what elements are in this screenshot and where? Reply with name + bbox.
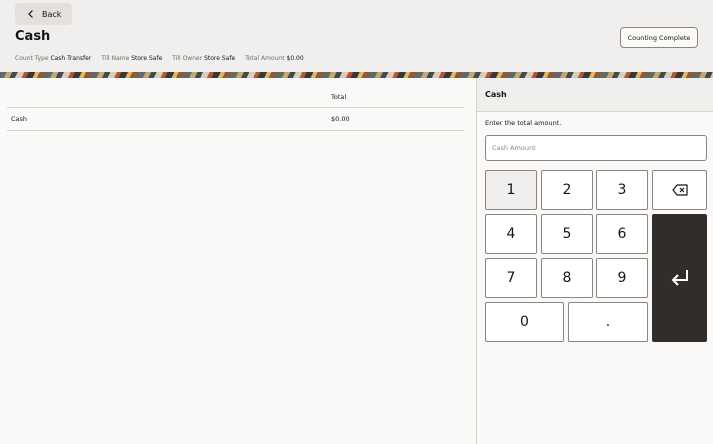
panel-title-bar: Cash (477, 78, 713, 112)
row-name: Cash (11, 115, 28, 123)
row-total: $0.00 (331, 115, 350, 123)
chevron-left-icon (28, 10, 33, 18)
key-2[interactable]: 2 (541, 170, 593, 210)
key-decimal[interactable]: . (568, 302, 648, 342)
table-row[interactable]: Cash $0.00 (7, 108, 464, 131)
meta-count-type: Count Type Cash Transfer (15, 55, 92, 62)
meta-till-name: Till Name Store Safe (101, 55, 163, 62)
key-5[interactable]: 5 (541, 214, 593, 254)
backspace-icon (671, 184, 688, 196)
key-4[interactable]: 4 (485, 214, 537, 254)
backspace-key[interactable] (652, 170, 707, 210)
back-button-label: Back (42, 9, 62, 19)
key-1[interactable]: 1 (485, 170, 537, 210)
table-header: Total (7, 86, 464, 108)
page-header: Back Cash Count Type Cash Transfer Till … (0, 0, 713, 72)
page-title: Cash (15, 29, 51, 44)
key-0[interactable]: 0 (485, 302, 564, 342)
enter-icon (671, 270, 688, 286)
panel-title: Cash (485, 90, 507, 99)
counting-complete-button[interactable]: Counting Complete (620, 27, 698, 48)
count-meta: Count Type Cash Transfer Till Name Store… (15, 55, 312, 62)
entry-panel: Cash Enter the total amount. 1 2 3 4 5 6… (476, 78, 713, 444)
column-header-total: Total (331, 93, 347, 101)
key-3[interactable]: 3 (596, 170, 648, 210)
key-9[interactable]: 9 (596, 258, 648, 298)
key-8[interactable]: 8 (541, 258, 593, 298)
back-button[interactable]: Back (15, 3, 72, 25)
cash-amount-input[interactable] (485, 135, 707, 161)
key-7[interactable]: 7 (485, 258, 537, 298)
instruction-text: Enter the total amount. (485, 119, 562, 127)
enter-key[interactable] (652, 214, 707, 342)
meta-total-amount: Total Amount $0.00 (245, 55, 304, 62)
meta-till-owner: Till Owner Store Safe (172, 55, 236, 62)
key-6[interactable]: 6 (596, 214, 648, 254)
count-table: Total Cash $0.00 (0, 78, 476, 444)
